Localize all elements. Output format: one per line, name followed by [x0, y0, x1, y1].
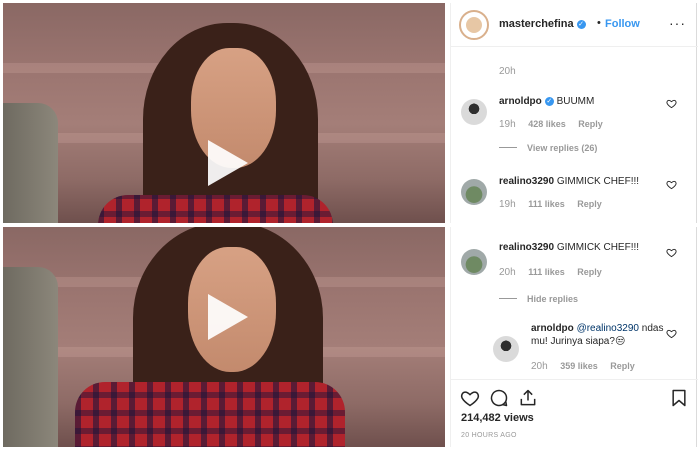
bookmark-icon[interactable]	[669, 388, 689, 408]
share-icon[interactable]	[518, 388, 538, 408]
heart-icon[interactable]	[666, 328, 677, 339]
username-text[interactable]: masterchefina	[499, 18, 574, 30]
avatar[interactable]	[493, 336, 519, 362]
woman-shirt	[98, 195, 333, 223]
heart-icon[interactable]	[666, 247, 677, 258]
avatar[interactable]	[459, 10, 489, 40]
person-left-edge	[3, 267, 58, 447]
comment-body: GIMMICK CHEF!!!	[556, 242, 640, 253]
follow-button[interactable]: Follow	[605, 18, 640, 30]
person-left-edge	[3, 103, 58, 223]
mention-link[interactable]: @realino3290	[577, 323, 639, 334]
hide-replies-button[interactable]: Hide replies	[499, 294, 578, 304]
post-actions: 214,482 views 20 HOURS AGO	[451, 379, 698, 447]
more-options-icon[interactable]: ···	[669, 15, 686, 31]
comment-username[interactable]: arnoldpo	[499, 96, 542, 107]
play-icon[interactable]	[208, 140, 248, 186]
heart-icon[interactable]	[666, 179, 677, 190]
thread-line	[499, 298, 517, 299]
comment-text: realino3290 GIMMICK CHEF!!!	[499, 175, 639, 188]
video-player-top[interactable]	[3, 3, 445, 223]
comment-time: 19h	[499, 119, 516, 130]
reply-text: arnoldpo @realino3290 ndas mu! Jurinya s…	[531, 322, 671, 348]
screenshot-frame: masterchefina ✓ • Follow ··· 20h arnoldpo…	[0, 0, 700, 450]
emoji: 😒	[614, 336, 626, 347]
comments-panel-top: masterchefina ✓ • Follow ··· 20h arnoldpo…	[450, 3, 698, 223]
like-count[interactable]: 111 likes	[528, 199, 565, 209]
like-count[interactable]: 111 likes	[528, 267, 565, 277]
reply-button[interactable]: Reply	[577, 267, 602, 277]
verified-badge-icon: ✓	[576, 20, 586, 29]
view-replies-button[interactable]: View replies (26)	[499, 143, 597, 153]
comments-panel-bottom: realino3290 GIMMICK CHEF!!! 20h 111 like…	[450, 227, 698, 447]
comment-text: realino3290 GIMMICK CHEF!!!	[499, 241, 639, 254]
reply-button[interactable]: Reply	[578, 119, 603, 129]
comment-meta: 20h 111 likes Reply	[499, 267, 612, 278]
view-replies-label[interactable]: View replies (26)	[527, 143, 597, 153]
post-age: 20 HOURS AGO	[461, 432, 517, 439]
view-count[interactable]: 214,482 views	[461, 412, 534, 424]
reply-button[interactable]: Reply	[610, 361, 635, 371]
comment-body: BUUMM	[556, 96, 595, 107]
comment-time: 20h	[499, 267, 516, 278]
like-count[interactable]: 359 likes	[560, 361, 598, 371]
comment-meta: 19h 428 likes Reply	[499, 119, 613, 130]
comment-username[interactable]: realino3290	[499, 242, 554, 253]
thread-line	[499, 147, 517, 148]
post-timestamp: 20h	[499, 66, 516, 77]
post-header: masterchefina ✓ • Follow ···	[451, 3, 698, 47]
reply-username[interactable]: arnoldpo	[531, 323, 574, 334]
like-count[interactable]: 428 likes	[528, 119, 566, 129]
play-icon[interactable]	[208, 294, 248, 340]
account-username[interactable]: masterchefina ✓	[499, 18, 586, 30]
separator-dot: •	[597, 17, 601, 29]
comment-meta: 19h 111 likes Reply	[499, 199, 612, 210]
avatar[interactable]	[461, 249, 487, 275]
avatar[interactable]	[461, 179, 487, 205]
verified-badge-icon: ✓	[544, 97, 554, 106]
comment-text: arnoldpo ✓ BUUMM	[499, 95, 594, 108]
comment-icon[interactable]	[489, 388, 509, 408]
woman-shirt	[75, 382, 345, 447]
video-player-bottom[interactable]	[3, 227, 445, 447]
heart-icon[interactable]	[460, 388, 480, 408]
reply-time: 20h	[531, 361, 548, 372]
reply-button[interactable]: Reply	[577, 199, 602, 209]
heart-icon[interactable]	[666, 98, 677, 109]
hide-replies-label[interactable]: Hide replies	[527, 294, 578, 304]
comment-body: GIMMICK CHEF!!!	[556, 176, 640, 187]
reply-meta: 20h 359 likes Reply	[531, 361, 645, 372]
comment-time: 19h	[499, 199, 516, 210]
comment-username[interactable]: realino3290	[499, 176, 554, 187]
avatar[interactable]	[461, 99, 487, 125]
